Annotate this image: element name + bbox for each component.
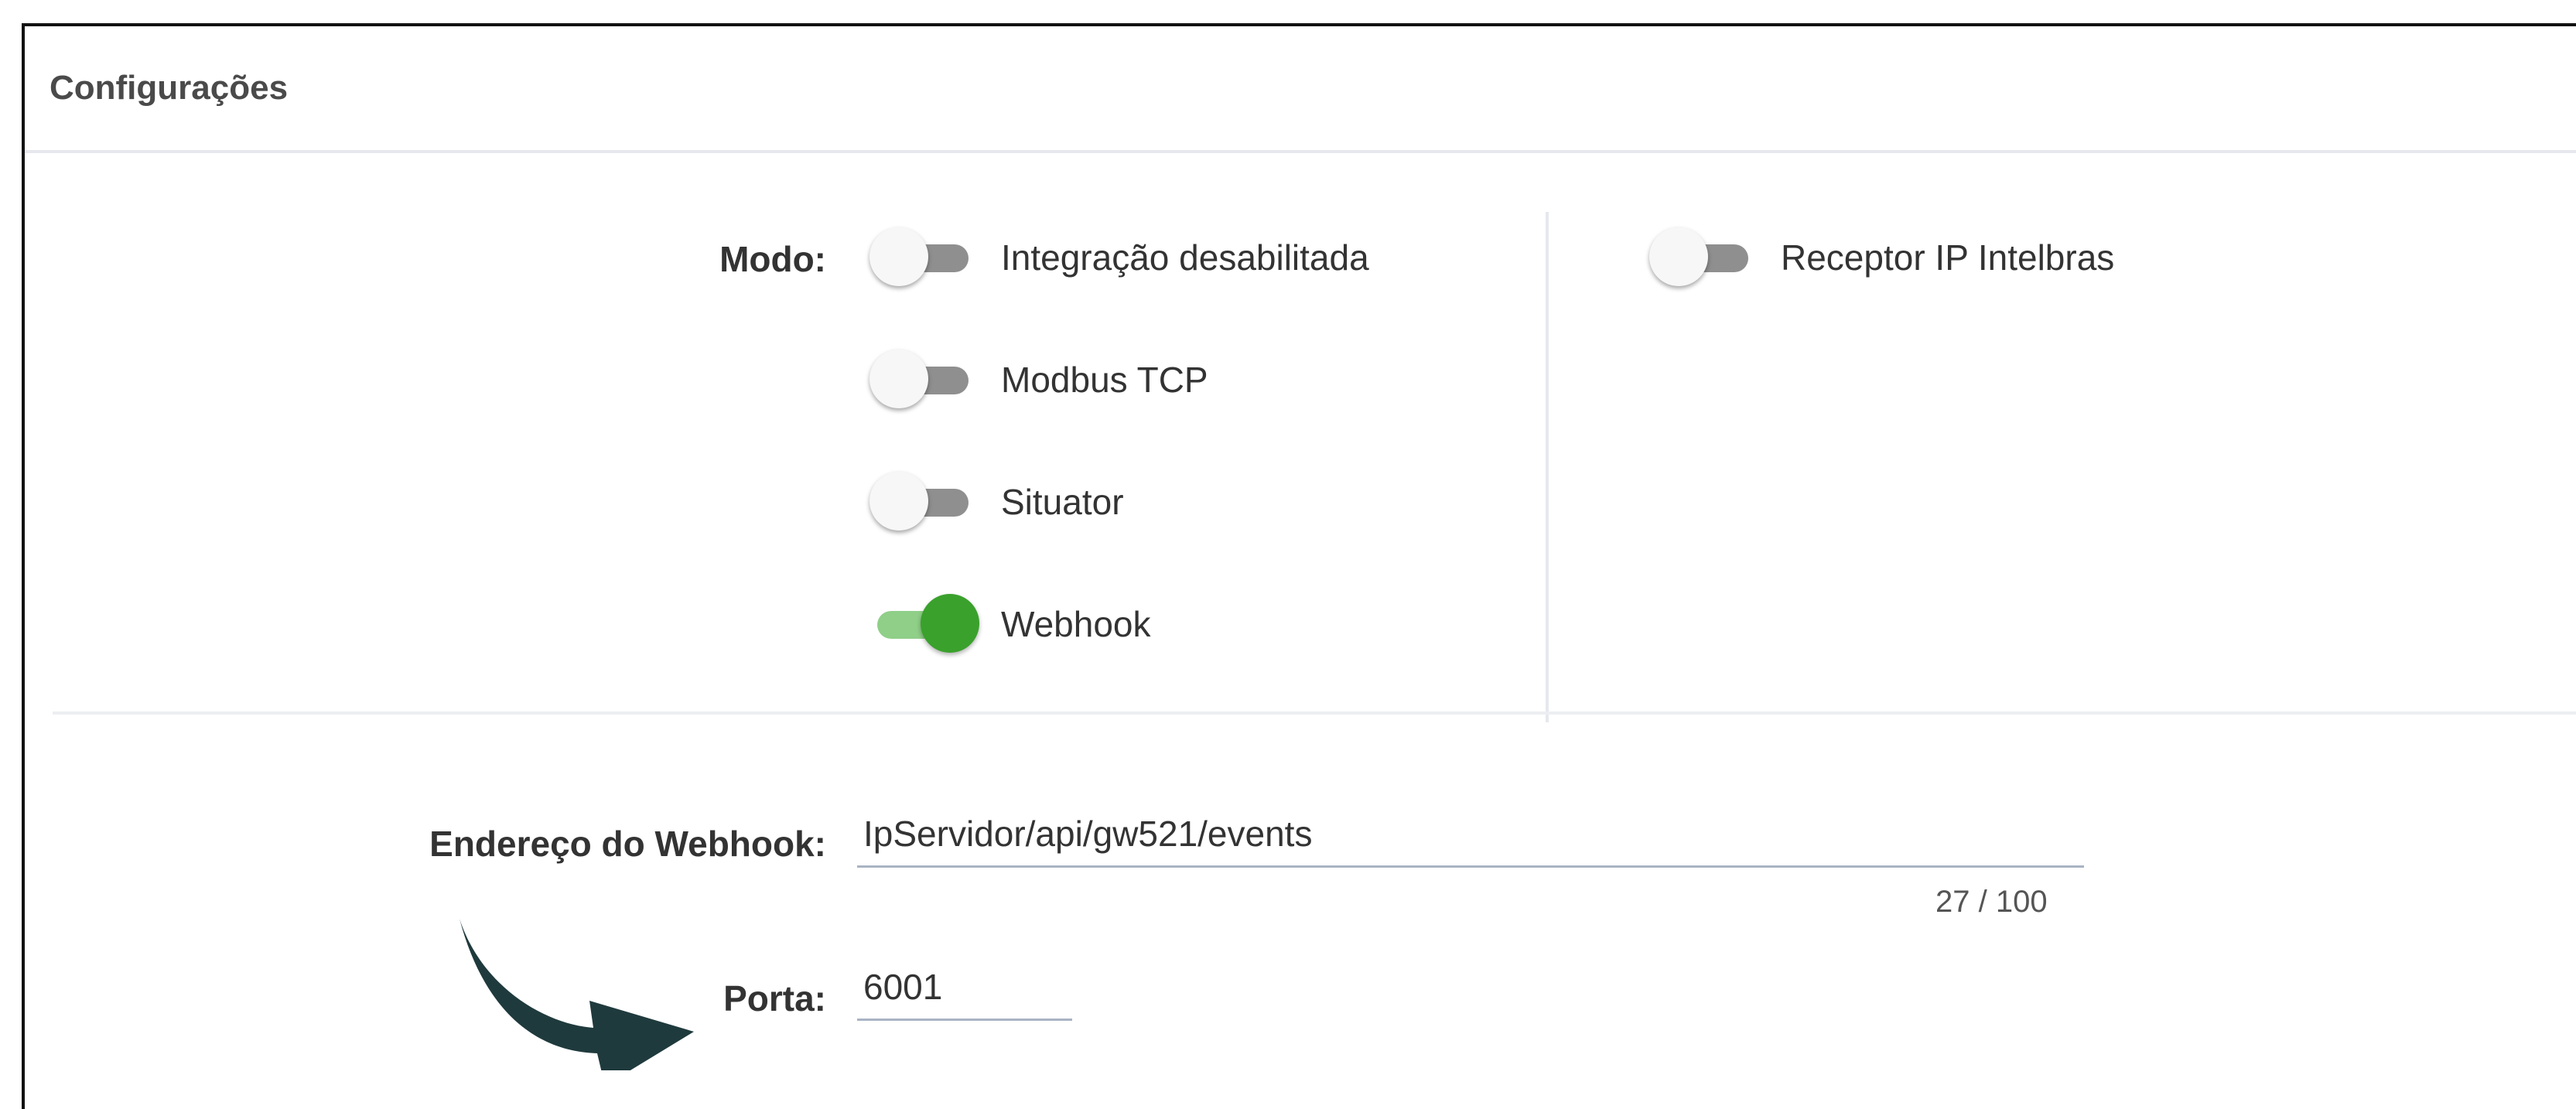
settings-panel: Configurações Modo: Integração desabilit… <box>22 23 2576 1109</box>
webhook-address-input[interactable] <box>857 809 2084 868</box>
character-counter: 27 / 100 <box>1935 885 2048 919</box>
toggle-label: Webhook <box>1001 604 1151 644</box>
toggle-switch[interactable] <box>1649 227 1758 289</box>
section-divider <box>53 711 2576 715</box>
column-divider <box>1546 212 1549 722</box>
panel-title: Configurações <box>50 69 289 107</box>
toggle-switch[interactable] <box>869 472 978 534</box>
toggle-label: Receptor IP Intelbras <box>1781 237 2115 278</box>
port-input[interactable] <box>857 962 1072 1021</box>
toggle-switch[interactable] <box>869 227 978 289</box>
webhook-address-label: Endereço do Webhook: <box>429 824 826 864</box>
panel-header: Configurações <box>25 26 2576 153</box>
toggle-switch[interactable] <box>869 350 978 411</box>
toggle-label: Modbus TCP <box>1001 360 1208 400</box>
curved-arrow-icon <box>460 919 694 1070</box>
port-label: Porta: <box>723 978 826 1019</box>
toggle-switch[interactable] <box>869 594 979 656</box>
toggle-label: Situator <box>1001 482 1124 522</box>
modo-label: Modo: <box>719 239 826 279</box>
toggle-label: Integração desabilitada <box>1001 237 1369 278</box>
